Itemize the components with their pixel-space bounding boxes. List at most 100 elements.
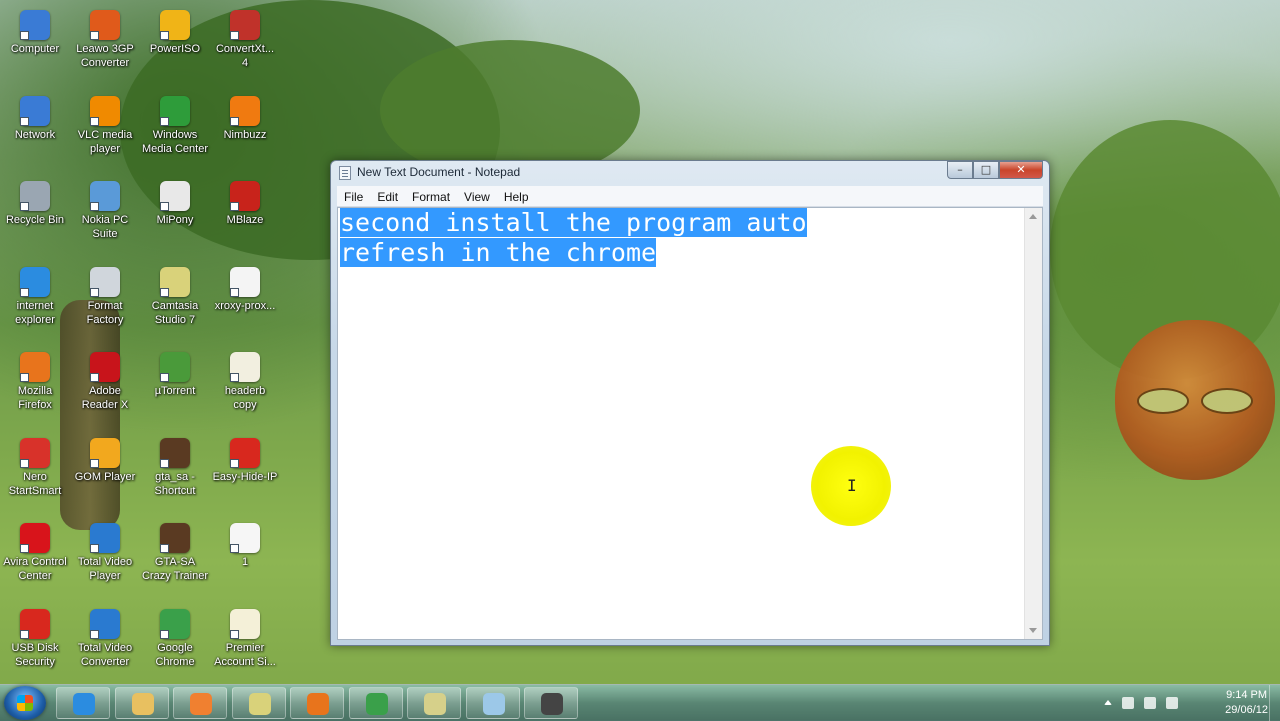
folder-icon	[424, 693, 446, 715]
desktop-icon[interactable]: Total Video Player	[70, 517, 140, 583]
desktop-icon-label: Network	[14, 128, 56, 141]
desktop-icon[interactable]: Network	[0, 90, 70, 142]
network-tray-icon[interactable]	[1144, 697, 1156, 709]
gta-trainer-icon	[160, 523, 190, 553]
show-desktop-button[interactable]	[1269, 685, 1280, 721]
desktop-icon[interactable]: USB Disk Security	[0, 603, 70, 669]
desktop-icon[interactable]: Format Factory	[70, 261, 140, 327]
desktop-icon[interactable]: GOM Player	[70, 432, 140, 484]
minimize-button[interactable]: –	[947, 161, 973, 179]
desktop-icon-label: gta_sa - Shortcut	[154, 470, 196, 497]
desktop-icon[interactable]: µTorrent	[140, 346, 210, 398]
nero-icon	[20, 437, 50, 468]
clock-time: 9:14 PM	[1226, 689, 1268, 701]
menu-bar: File Edit Format View Help	[337, 186, 1043, 207]
recycle-bin-icon	[20, 181, 50, 211]
scroll-down-icon[interactable]	[1029, 628, 1037, 633]
desktop-icon[interactable]: Nokia PC Suite	[70, 175, 140, 241]
desktop-icon[interactable]: MBlaze	[210, 175, 280, 227]
maximize-button[interactable]: □	[973, 161, 999, 179]
taskbar-button[interactable]	[231, 687, 286, 719]
desktop-icon-label: Total Video Converter	[77, 641, 133, 668]
window-titlebar[interactable]: New Text Document - Notepad – □ ✕	[331, 161, 1049, 185]
desktop-icon[interactable]: Recycle Bin	[0, 175, 70, 227]
convertx-icon	[230, 10, 260, 40]
desktop-icon-label: Mozilla Firefox	[17, 385, 53, 411]
desktop-icon[interactable]: headerb copy	[210, 346, 280, 412]
menu-format[interactable]: Format	[405, 187, 457, 207]
desktop-icon[interactable]: Leawo 3GP Converter	[70, 4, 140, 70]
desktop-icon[interactable]: Nero StartSmart	[0, 432, 70, 498]
desktop-icon[interactable]: Avira Control Center	[0, 517, 70, 583]
desktop-icon[interactable]: Computer	[0, 4, 70, 56]
selected-text-line: second install the program auto	[340, 208, 807, 237]
desktop-icon-label: Total Video Player	[77, 556, 133, 582]
menu-help[interactable]: Help	[497, 187, 536, 207]
desktop-icon[interactable]: Mozilla Firefox	[0, 346, 70, 412]
desktop-icon[interactable]: Windows Media Center	[140, 90, 210, 156]
usb-disk-security-icon	[20, 608, 50, 639]
taskbar-button[interactable]	[407, 687, 461, 719]
media-player-icon	[190, 693, 212, 715]
desktop-icon[interactable]: Adobe Reader X	[70, 346, 140, 412]
desktop-icon[interactable]: 1	[210, 517, 280, 569]
menu-edit[interactable]: Edit	[370, 187, 405, 207]
cursor-highlight: I	[811, 446, 891, 526]
clock[interactable]: 9:14 PM 29/06/12	[1225, 688, 1268, 718]
desktop-icon-label: GTA-SA Crazy Trainer	[141, 556, 209, 582]
taskbar-button[interactable]	[173, 687, 227, 719]
desktop-icon-label: PowerISO	[149, 43, 201, 55]
desktop-icon-label: Windows Media Center	[141, 128, 209, 155]
desktop-icon-label: Easy-Hide-IP	[212, 470, 278, 483]
notepad-window[interactable]: New Text Document - Notepad – □ ✕ File Ed…	[330, 160, 1050, 646]
desktop-icon[interactable]: internet explorer	[0, 261, 70, 327]
desktop-icon[interactable]: VLC media player	[70, 90, 140, 156]
desktop-icon-label: MBlaze	[226, 214, 264, 226]
desktop-icon-label: Format Factory	[86, 299, 124, 326]
desktop-icon-label: USB Disk Security	[11, 641, 59, 668]
desktop-icon[interactable]: xroxy-prox...	[210, 261, 280, 313]
taskbar-button[interactable]	[114, 687, 169, 719]
desktop-icon[interactable]: Premier Account Si...	[210, 603, 280, 669]
editor-content[interactable]: second install the program auto refresh …	[340, 208, 1022, 268]
flag-icon[interactable]	[1122, 697, 1134, 709]
ibeam-cursor-icon: I	[847, 476, 857, 495]
clock-date: 29/06/12	[1225, 704, 1268, 716]
taskbar-button[interactable]	[465, 687, 520, 719]
mascot-widget[interactable]	[1115, 320, 1275, 480]
desktop-icon[interactable]: MiPony	[140, 175, 210, 227]
desktop-icon[interactable]: PowerISO	[140, 4, 210, 56]
start-button[interactable]	[4, 686, 46, 720]
gta-icon	[160, 437, 190, 468]
chrome-icon	[160, 608, 190, 639]
camtasia-icon	[160, 266, 190, 297]
desktop-icon[interactable]: ConvertXt... 4	[210, 4, 280, 70]
vertical-scrollbar[interactable]	[1024, 208, 1042, 639]
show-hidden-icons-icon[interactable]	[1104, 700, 1112, 705]
desktop-icon[interactable]: Nimbuzz	[210, 90, 280, 142]
taskbar-button[interactable]	[56, 687, 110, 719]
desktop-icon-label: Premier Account Si...	[214, 641, 276, 668]
mipony-icon	[160, 181, 190, 211]
taskbar-button[interactable]	[348, 687, 403, 719]
taskbar-button[interactable]	[290, 687, 344, 719]
poweriso-icon	[160, 10, 190, 40]
desktop-icon[interactable]: Camtasia Studio 7	[140, 261, 210, 327]
desktop-icon-label: internet explorer	[15, 299, 55, 326]
desktop-icon[interactable]: Easy-Hide-IP	[210, 432, 280, 484]
desktop-icon[interactable]: GTA-SA Crazy Trainer	[140, 517, 210, 583]
volume-icon[interactable]	[1166, 697, 1178, 709]
menu-view[interactable]: View	[457, 187, 497, 207]
easy-hide-ip-icon	[230, 437, 260, 468]
desktop-icon[interactable]: Google Chrome	[140, 603, 210, 669]
menu-file[interactable]: File	[337, 187, 370, 207]
text-editor[interactable]: second install the program auto refresh …	[337, 207, 1043, 640]
notepad-icon	[339, 166, 351, 180]
desktop-icon-label: MiPony	[156, 214, 194, 226]
leawo-icon	[90, 10, 120, 40]
close-button[interactable]: ✕	[999, 161, 1043, 179]
desktop-icon[interactable]: Total Video Converter	[70, 603, 140, 669]
desktop-icon[interactable]: gta_sa - Shortcut	[140, 432, 210, 498]
taskbar-button[interactable]	[524, 687, 578, 719]
scroll-up-icon[interactable]	[1029, 214, 1037, 219]
